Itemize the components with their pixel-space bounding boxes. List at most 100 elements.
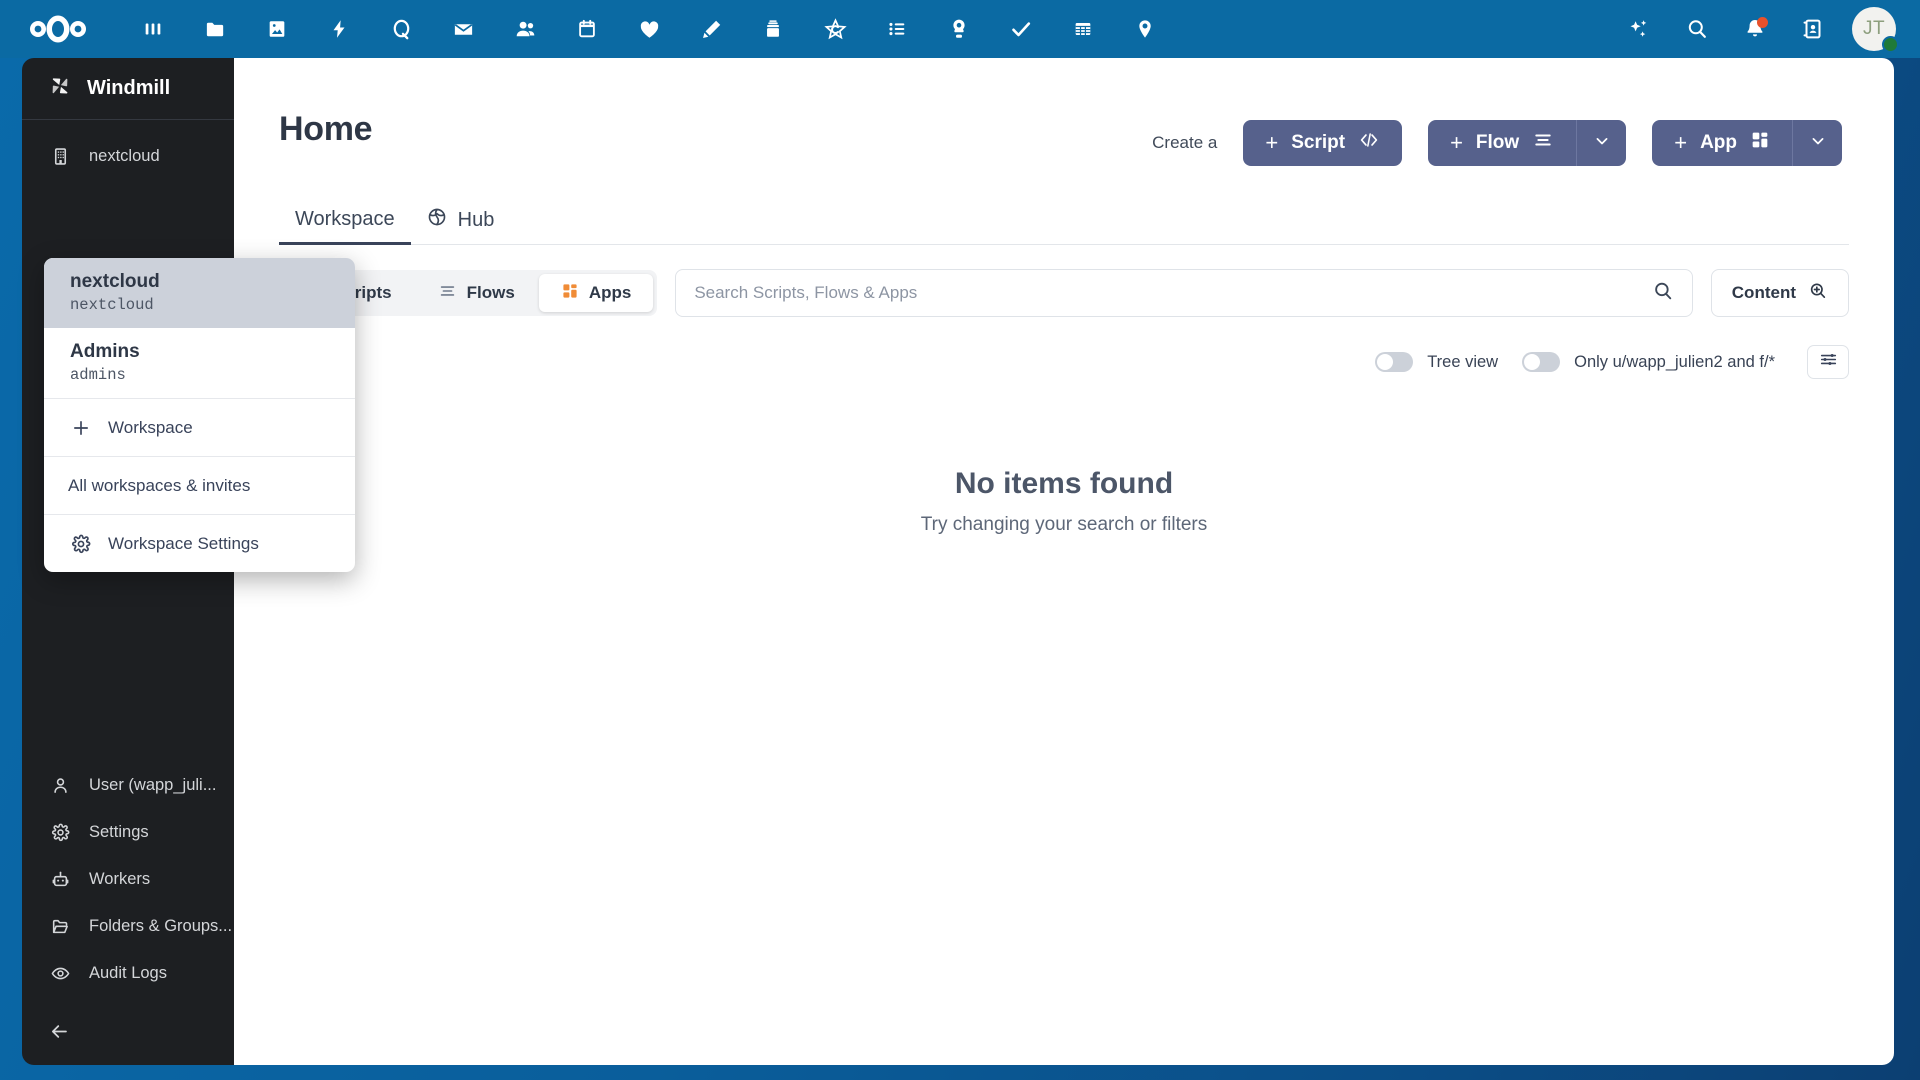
segment-flows-label: Flows (467, 283, 515, 303)
sidebar-collapse-button[interactable] (22, 1003, 234, 1065)
heart-icon[interactable] (618, 4, 680, 54)
tab-workspace-label: Workspace (295, 208, 395, 231)
only-mine-toggle[interactable] (1522, 352, 1560, 372)
user-icon (49, 776, 71, 795)
checkmark-icon[interactable] (990, 4, 1052, 54)
mail-icon[interactable] (432, 4, 494, 54)
windmill-logo-icon (47, 73, 73, 104)
notes-icon[interactable] (680, 4, 742, 54)
contacts-icon[interactable] (494, 4, 556, 54)
segment-apps-label: Apps (589, 283, 632, 303)
tables-icon[interactable] (1052, 4, 1114, 54)
search-box[interactable] (675, 269, 1692, 317)
notification-badge (1757, 17, 1768, 28)
segment-flows[interactable]: Flows (416, 274, 537, 312)
sidebar-item-user[interactable]: User (wapp_juli... (22, 762, 234, 809)
sidebar-item-folders-groups[interactable]: Folders & Groups... (22, 903, 234, 950)
plus-icon (70, 418, 92, 438)
windmill-app: Windmill nextcloud Resources Schedules (22, 58, 1894, 1065)
sidebar-item-label: Audit Logs (89, 964, 167, 983)
maps-icon[interactable] (1114, 4, 1176, 54)
content-button-label: Content (1732, 283, 1796, 303)
content-search-icon (1808, 281, 1828, 306)
tab-bar: Workspace Hub (279, 201, 1849, 245)
workspace-option-admins[interactable]: Admins admins (44, 328, 355, 398)
collectives-icon[interactable] (804, 4, 866, 54)
create-script-button[interactable]: + Script (1243, 120, 1402, 166)
eye-icon (49, 964, 71, 983)
sidebar-item-label: Folders & Groups... (89, 917, 232, 936)
empty-state: No items found Try changing your search … (234, 467, 1894, 536)
tasks-list-icon[interactable] (866, 4, 928, 54)
all-workspaces-action[interactable]: All workspaces & invites (44, 457, 355, 514)
workspace-settings-action[interactable]: Workspace Settings (44, 515, 355, 572)
nextcloud-top-bar: JT (0, 0, 1920, 58)
create-script-group: + Script (1243, 120, 1402, 166)
workspace-option-name: nextcloud (70, 271, 329, 293)
chevron-down-icon (1592, 131, 1612, 156)
building-icon (49, 147, 71, 166)
create-workspace-label: Workspace (108, 418, 193, 438)
sidebar-item-audit-logs[interactable]: Audit Logs (22, 950, 234, 997)
arrow-left-icon (49, 1021, 70, 1047)
robot-icon (49, 870, 71, 889)
tab-hub[interactable]: Hub (411, 207, 511, 244)
page-header: Home Create a + Script + Flow (234, 58, 1894, 166)
create-flow-button[interactable]: + Flow (1428, 120, 1576, 166)
gear-icon (49, 823, 71, 842)
main-content: Home Create a + Script + Flow (234, 58, 1894, 1065)
tab-workspace[interactable]: Workspace (279, 208, 411, 245)
flow-lines-icon (1532, 131, 1554, 155)
workspace-selector-label: nextcloud (89, 147, 160, 166)
filter-bar: Scripts Flows Apps (279, 267, 1849, 319)
cookbook-icon[interactable] (928, 4, 990, 54)
sidebar-item-workers[interactable]: Workers (22, 856, 234, 903)
filter-settings-button[interactable] (1807, 345, 1849, 379)
sidebar-item-settings[interactable]: Settings (22, 809, 234, 856)
avatar-status-dot (1882, 36, 1899, 53)
empty-state-title: No items found (234, 467, 1894, 501)
create-app-dropdown-button[interactable] (1792, 120, 1842, 166)
notifications-bell-icon[interactable] (1730, 4, 1780, 54)
workspace-selector[interactable]: nextcloud (22, 130, 234, 182)
assistant-sparkle-icon[interactable] (1614, 4, 1664, 54)
nextcloud-logo[interactable] (22, 15, 94, 43)
create-app-button[interactable]: + App (1652, 120, 1792, 166)
gear-icon (70, 534, 92, 554)
flow-lines-icon (438, 283, 457, 304)
windmill-brand[interactable]: Windmill (22, 58, 234, 120)
talk-icon[interactable] (370, 4, 432, 54)
content-button[interactable]: Content (1711, 269, 1849, 317)
search-input[interactable] (694, 283, 1651, 303)
all-workspaces-label: All workspaces & invites (68, 476, 250, 496)
archive-icon[interactable] (742, 4, 804, 54)
search-icon[interactable] (1652, 280, 1674, 307)
tree-view-toggle[interactable] (1375, 352, 1413, 372)
create-workspace-action[interactable]: Workspace (44, 399, 355, 456)
globe-icon (427, 207, 447, 233)
sidebar-item-label: Workers (89, 870, 150, 889)
create-flow-dropdown-button[interactable] (1576, 120, 1626, 166)
nextcloud-app-menu (122, 4, 1176, 54)
activity-icon[interactable] (308, 4, 370, 54)
tab-hub-label: Hub (458, 209, 495, 232)
create-script-label: Script (1291, 132, 1345, 154)
sliders-icon (1819, 350, 1838, 374)
app-grid-icon (561, 282, 579, 305)
files-icon[interactable] (184, 4, 246, 54)
segment-apps[interactable]: Apps (539, 274, 654, 312)
search-icon[interactable] (1672, 4, 1722, 54)
create-flow-group: + Flow (1428, 120, 1626, 166)
brand-name: Windmill (87, 77, 170, 100)
plus-icon: + (1674, 132, 1687, 154)
avatar[interactable]: JT (1852, 7, 1896, 51)
view-options-row: Tree view Only u/wapp_julien2 and f/* (279, 345, 1849, 379)
contacts-menu-icon[interactable] (1788, 4, 1838, 54)
workspace-option-nextcloud[interactable]: nextcloud nextcloud (44, 258, 355, 328)
tree-view-label: Tree view (1427, 353, 1498, 372)
calendar-icon[interactable] (556, 4, 618, 54)
photos-icon[interactable] (246, 4, 308, 54)
only-mine-label: Only u/wapp_julien2 and f/* (1574, 353, 1775, 372)
toggle-knob (1524, 354, 1540, 370)
dashboard-icon[interactable] (122, 4, 184, 54)
